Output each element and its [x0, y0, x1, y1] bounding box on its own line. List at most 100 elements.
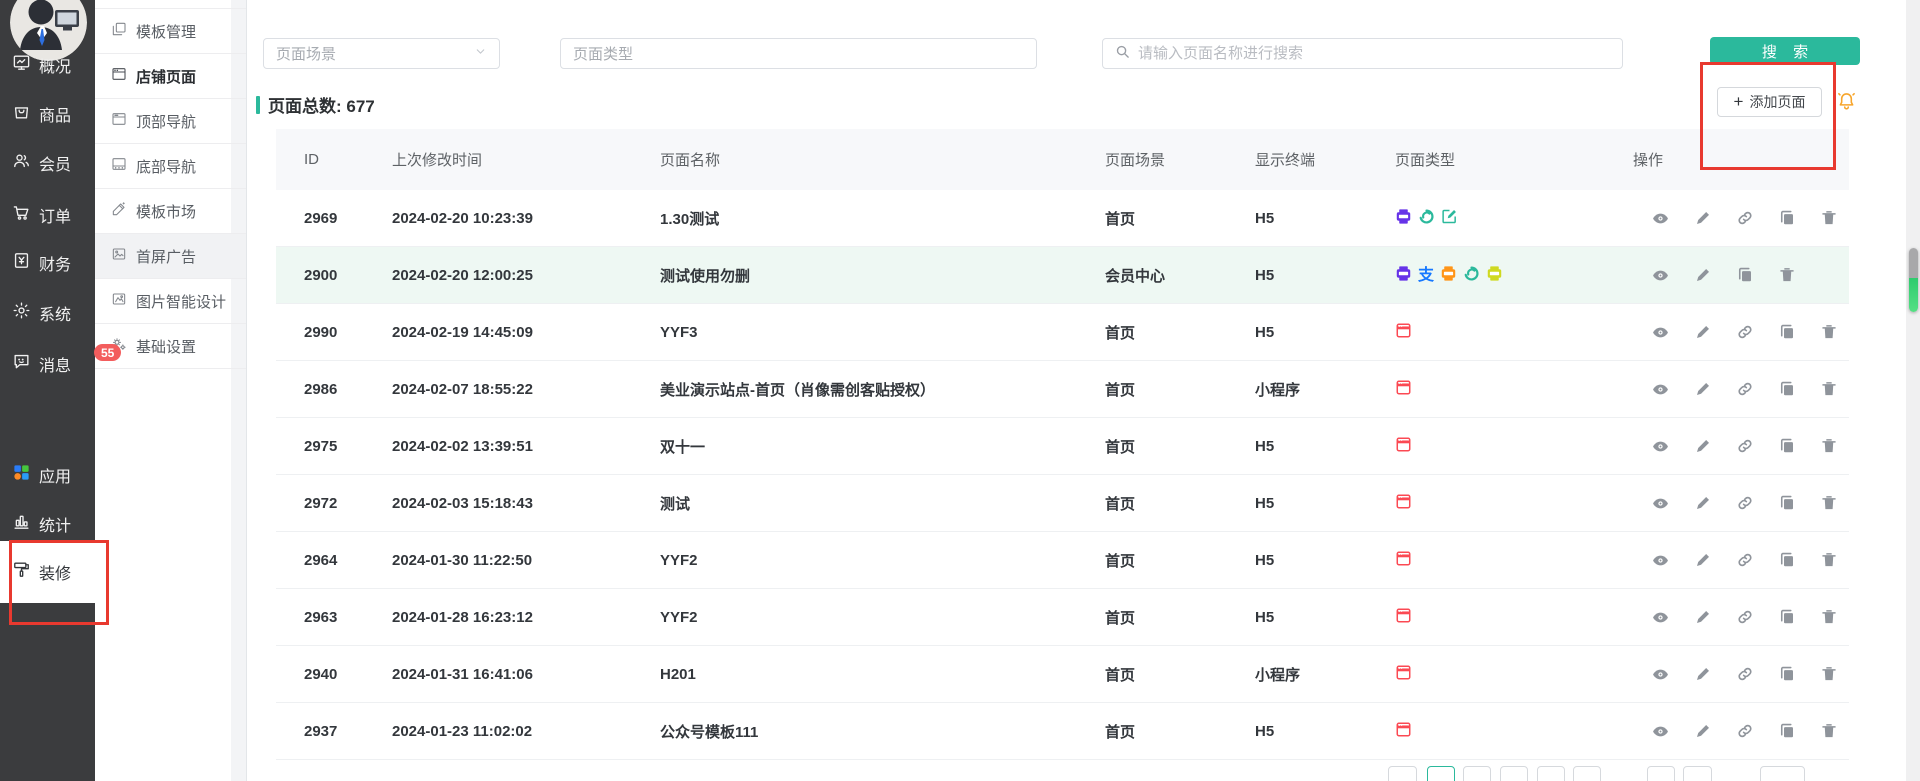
copy-action-icon[interactable]: [1778, 209, 1796, 227]
delete-action-icon[interactable]: [1820, 608, 1838, 626]
copy-action-icon[interactable]: [1778, 380, 1796, 398]
window-red-icon: [1395, 607, 1412, 628]
view-action-icon[interactable]: [1651, 266, 1670, 285]
sidebar-item-stats[interactable]: 统计: [0, 504, 95, 544]
link-action-icon[interactable]: [1736, 665, 1754, 683]
link-action-icon[interactable]: [1736, 437, 1754, 455]
cell-page-types: [1395, 721, 1633, 742]
view-action-icon[interactable]: [1651, 209, 1670, 228]
edit-action-icon[interactable]: [1694, 266, 1712, 284]
delete-action-icon[interactable]: [1778, 266, 1796, 284]
sidebar-item-finance[interactable]: 财务: [0, 243, 95, 283]
submenu-item-smart-design[interactable]: 图片智能设计: [95, 279, 246, 324]
link-action-icon[interactable]: [1736, 608, 1754, 626]
cell-name: 测试: [660, 495, 691, 513]
sidebar-item-goods[interactable]: 商品: [0, 94, 95, 134]
pagination-page[interactable]: [1683, 766, 1712, 781]
view-action-icon[interactable]: [1651, 437, 1670, 456]
sidebar-item-orders[interactable]: 订单: [0, 195, 95, 235]
submenu-item-template-market[interactable]: 模板市场: [95, 189, 246, 234]
pagination-page[interactable]: [1388, 766, 1417, 781]
copy-action-icon[interactable]: [1778, 437, 1796, 455]
edit-action-icon[interactable]: [1694, 608, 1712, 626]
copy-action-icon[interactable]: [1778, 665, 1796, 683]
pagination-page-active[interactable]: [1427, 766, 1455, 781]
page-scrollbar-thumb[interactable]: [1908, 248, 1918, 312]
cell-name: 美业演示站点-首页（肖像需创客贴授权）: [660, 381, 935, 399]
submenu-item-top-nav[interactable]: 顶部导航: [95, 99, 246, 144]
sidebar-item-apps[interactable]: 应用: [0, 455, 95, 495]
submenu-item-splash-ad[interactable]: 首屏广告: [95, 234, 246, 279]
sidebar-item-system[interactable]: 系统: [0, 293, 95, 333]
submenu-item-template-manage[interactable]: 模板管理: [95, 9, 246, 54]
add-page-button[interactable]: + 添加页面: [1717, 87, 1822, 117]
edit-action-icon[interactable]: [1694, 209, 1712, 227]
overview-icon: [12, 53, 31, 77]
copy-action-icon[interactable]: [1778, 494, 1796, 512]
page-type-select[interactable]: 页面类型: [560, 38, 1037, 69]
delete-action-icon[interactable]: [1820, 323, 1838, 341]
page-scrollbar-track[interactable]: [1906, 0, 1920, 781]
cell-actions: [1633, 266, 1849, 285]
pagination-page[interactable]: [1463, 766, 1491, 781]
submenu-item-label: 模板市场: [136, 203, 197, 221]
delete-action-icon[interactable]: [1820, 722, 1838, 740]
cell-name: YYF2: [660, 608, 698, 626]
search-button[interactable]: 搜 索: [1710, 37, 1860, 65]
copy-action-icon[interactable]: [1778, 323, 1796, 341]
page-search-input[interactable]: [1138, 45, 1610, 62]
link-action-icon[interactable]: [1736, 209, 1754, 227]
finance-icon: [12, 251, 31, 275]
copy-action-icon[interactable]: [1778, 722, 1796, 740]
view-action-icon[interactable]: [1651, 722, 1670, 741]
notification-bell-icon[interactable]: [1836, 90, 1857, 116]
view-action-icon[interactable]: [1651, 494, 1670, 513]
copy-action-icon[interactable]: [1778, 608, 1796, 626]
copy-action-icon[interactable]: [1736, 266, 1754, 284]
link-action-icon[interactable]: [1736, 551, 1754, 569]
view-action-icon[interactable]: [1651, 323, 1670, 342]
delete-action-icon[interactable]: [1820, 380, 1838, 398]
edit-action-icon[interactable]: [1694, 494, 1712, 512]
cell-name: 测试使用勿删: [660, 267, 751, 285]
edit-action-icon[interactable]: [1694, 551, 1712, 569]
sidebar-item-members[interactable]: 会员: [0, 143, 95, 183]
edit-action-icon[interactable]: [1694, 323, 1712, 341]
edit-action-icon[interactable]: [1694, 380, 1712, 398]
page-scene-select[interactable]: 页面场景: [263, 38, 500, 69]
cell-page-types: 支: [1395, 265, 1633, 286]
pagination-page[interactable]: [1573, 766, 1601, 781]
submenu-item-label: 顶部导航: [136, 113, 197, 131]
submenu-item-bottom-nav[interactable]: 底部导航: [95, 144, 246, 189]
link-action-icon[interactable]: [1736, 722, 1754, 740]
edit-action-icon[interactable]: [1694, 665, 1712, 683]
pagination-page[interactable]: [1760, 766, 1805, 781]
view-action-icon[interactable]: [1651, 551, 1670, 570]
view-action-icon[interactable]: [1651, 380, 1670, 399]
pagination-page[interactable]: [1500, 766, 1528, 781]
view-action-icon[interactable]: [1651, 665, 1670, 684]
sidebar-item-decorate[interactable]: 装修: [0, 541, 95, 603]
pagination-page[interactable]: [1647, 766, 1675, 781]
sidebar-item-overview[interactable]: 概况: [0, 45, 95, 85]
cell-id: 2964: [304, 551, 338, 569]
submenu-item-label: 底部导航: [136, 158, 197, 176]
pagination-page[interactable]: [1537, 766, 1565, 781]
submenu-item-shop-page[interactable]: 店铺页面: [95, 54, 246, 99]
link-action-icon[interactable]: [1736, 380, 1754, 398]
cell-scene: 首页: [1105, 210, 1136, 228]
cell-modified: 2024-02-20 12:00:25: [392, 266, 533, 284]
delete-action-icon[interactable]: [1820, 437, 1838, 455]
delete-action-icon[interactable]: [1820, 494, 1838, 512]
delete-action-icon[interactable]: [1820, 551, 1838, 569]
link-action-icon[interactable]: [1736, 323, 1754, 341]
sidebar-item-message[interactable]: 消息 55: [0, 344, 122, 384]
edit-action-icon[interactable]: [1694, 437, 1712, 455]
copy-action-icon[interactable]: [1778, 551, 1796, 569]
delete-action-icon[interactable]: [1820, 209, 1838, 227]
delete-action-icon[interactable]: [1820, 665, 1838, 683]
view-action-icon[interactable]: [1651, 608, 1670, 627]
cell-actions: [1633, 608, 1849, 627]
link-action-icon[interactable]: [1736, 494, 1754, 512]
edit-action-icon[interactable]: [1694, 722, 1712, 740]
